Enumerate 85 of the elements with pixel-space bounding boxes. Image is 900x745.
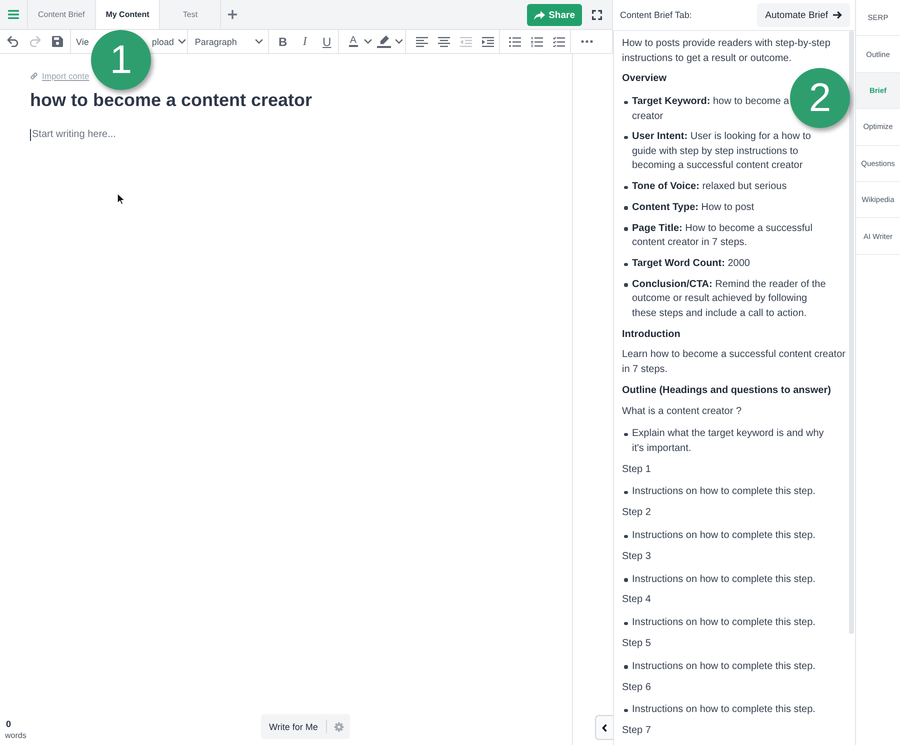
list-item-text: Target Word Count: 2000 [632,257,750,272]
section-heading: Overview [622,72,666,86]
automate-brief-button[interactable]: Automate Brief [757,3,850,27]
link-icon [30,72,38,80]
mouse-pointer-icon [117,193,125,205]
bullet-icon [624,283,628,287]
indent-icon[interactable] [482,36,494,46]
bullet-icon [624,262,628,266]
bullet-icon [624,578,628,582]
write-for-me-button[interactable]: Write for Me [261,714,326,739]
bullet-icon [624,708,628,712]
menu-icon[interactable] [8,10,19,19]
list-item-text: Page Title: How to become a successful content creator in 7 steps. [632,222,814,250]
paragraph-text: Step 7 [622,724,651,738]
panel-title: Content Brief Tab: [620,10,692,20]
highlighter-icon [376,35,391,48]
word-count-label: words [5,730,26,741]
text-color-button[interactable]: A [342,30,374,53]
paragraph-text: Step 5 [622,637,651,652]
callout-marker: 2 [790,68,850,128]
list-item-text: Instructions on how to complete this step. [632,703,816,718]
bullet-icon [624,534,628,538]
list-item-text: Tone of Voice: relaxed but serious [632,180,787,194]
paragraph-text: What is a content creator ? [622,404,742,419]
section-heading: Outline (Headings and questions to answer) [622,384,831,398]
italic-button[interactable]: I [294,30,316,53]
list-item-text: Content Type: How to post [632,200,754,215]
caret-icon [254,39,263,44]
list-item-text: Instructions on how to complete this step. [632,616,816,630]
paragraph-text: Step 2 [622,506,651,520]
underline-button[interactable]: U [316,30,338,53]
bullet-icon [624,206,628,210]
plus-icon[interactable] [228,10,237,19]
share-icon [534,10,545,20]
paragraph-text: Step 6 [622,680,651,695]
bullet-icon [624,432,628,436]
numbered-list-icon[interactable] [530,36,543,46]
align-left-icon[interactable] [416,36,428,46]
list-item-text: Explain what the target keyword is and why it's important. [632,427,825,456]
section-heading: Introduction [622,328,680,342]
callout-marker: 1 [91,30,151,90]
settings-icon [334,722,344,732]
list-item-text: Conclusion/CTA: Remind the reader of the outcome or result achieved by following these steps and include a call to action. [632,278,827,321]
bullet-icon [624,622,628,626]
chevron-left-icon [602,724,607,732]
bullet-icon [624,136,628,140]
checklist-icon[interactable] [552,36,565,46]
document-tab[interactable]: My Content [96,0,160,29]
bullet-icon [624,665,628,669]
list-item-text: Target Keyword: how to become a creator [632,95,790,124]
paragraph-text: How to posts provide readers with step-by-step instructions to get a result or outcome. [622,37,832,66]
more-icon[interactable] [580,40,593,43]
editor-body-field[interactable]: Start writing here... [30,128,116,142]
paragraph-text: Step 1 [622,462,651,477]
undo-icon[interactable] [7,36,19,48]
toolbar-dropdown[interactable]: Vie [71,30,89,53]
bullet-icon [624,490,628,494]
caret-icon [178,39,186,44]
bold-button[interactable]: B [272,30,294,53]
scrollbar-thumb[interactable] [849,31,854,634]
text-cursor-icon [30,129,31,141]
document-tab[interactable]: Test [160,0,222,29]
collapse-panel-button[interactable] [595,715,613,740]
paragraph-text: Learn how to become a successful content creator in 7 steps. [622,348,846,377]
word-count: 0 [5,719,12,730]
save-icon[interactable] [52,36,62,47]
list-item-text: Instructions on how to complete this step. [632,529,816,544]
bullet-icon [624,100,628,104]
toolbar-dropdown[interactable]: pload [152,30,186,53]
caret-icon [364,39,372,44]
list-item-text: Instructions on how to complete this step. [632,660,816,674]
block-format-dropdown[interactable]: Paragraph [188,30,268,53]
caret-icon [394,39,403,44]
list-item-text: Instructions on how to complete this step. [632,572,816,587]
bullet-icon [624,227,628,231]
paragraph-text: Step 3 [622,550,651,564]
arrow-right-icon [833,11,842,19]
list-item-text: User Intent: User is looking for a how to guide with step by step instructions to becoming a successful content creator [632,130,812,174]
list-item-text: Instructions on how to complete this step. [632,485,816,500]
bulleted-list-icon[interactable] [508,36,521,46]
fullscreen-icon[interactable] [592,10,602,20]
paragraph-text: Step 4 [622,593,651,608]
document-title: how to become a content creator [30,90,312,111]
bullet-icon [624,186,628,190]
align-center-icon[interactable] [438,36,450,46]
